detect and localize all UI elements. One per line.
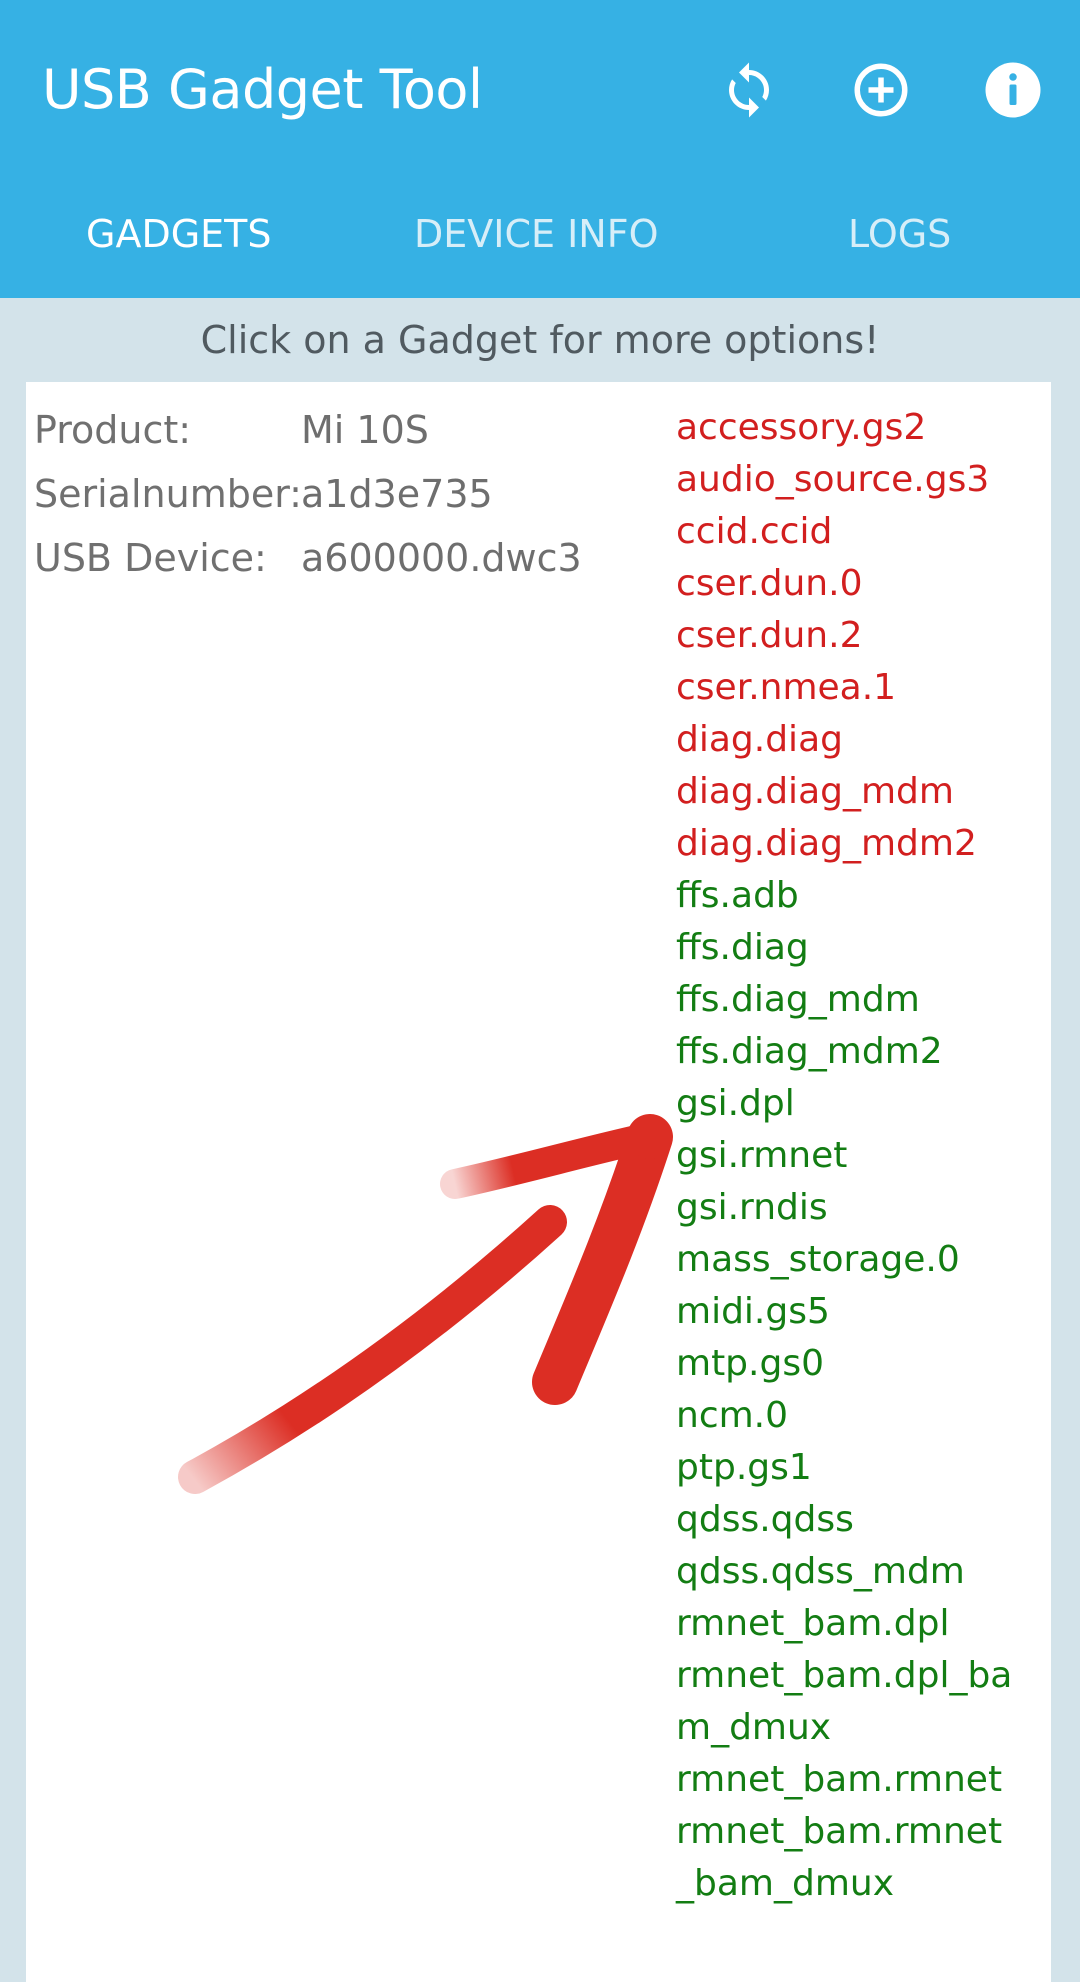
gadget-item[interactable]: cser.dun.2 (676, 610, 1051, 662)
gadget-item[interactable]: ccid.ccid (676, 506, 1051, 558)
tab-gadgets[interactable]: GADGETS (86, 212, 272, 256)
gadget-item[interactable]: rmnet_bam.rmnet (676, 1806, 1051, 1858)
serial-label: Serialnumber: (34, 472, 302, 516)
usb-device-value: a600000.dwc3 (301, 536, 582, 580)
gadget-item[interactable]: gsi.rmnet (676, 1130, 1051, 1182)
gadget-item[interactable]: cser.nmea.1 (676, 662, 1051, 714)
gadget-item[interactable]: ffs.diag (676, 922, 1051, 974)
gadget-item[interactable]: diag.diag_mdm (676, 766, 1051, 818)
product-value: Mi 10S (301, 408, 429, 452)
gadget-list: accessory.gs2 audio_source.gs3 ccid.ccid cs… (676, 402, 1051, 1910)
app-title: USB Gadget Tool (42, 58, 483, 121)
gadget-item[interactable]: rmnet_bam.dpl (676, 1598, 1051, 1650)
tab-bar: GADGETS DEVICE INFO LOGS (0, 166, 1080, 298)
gadget-item[interactable]: ffs.diag_mdm (676, 974, 1051, 1026)
hint-text: Click on a Gadget for more options! (200, 318, 880, 362)
gadget-item[interactable]: ffs.adb (676, 870, 1051, 922)
gadget-item[interactable]: _bam_dmux (676, 1858, 1051, 1910)
gadget-item[interactable]: gsi.rndis (676, 1182, 1051, 1234)
gadget-item[interactable]: diag.diag_mdm2 (676, 818, 1051, 870)
tab-logs[interactable]: LOGS (848, 212, 951, 256)
info-icon[interactable] (983, 60, 1043, 120)
gadget-item[interactable]: accessory.gs2 (676, 402, 1051, 454)
tab-device-info[interactable]: DEVICE INFO (414, 212, 659, 256)
gadget-item[interactable]: rmnet_bam.dpl_ba (676, 1650, 1051, 1702)
gadget-item[interactable]: gsi.dpl (676, 1078, 1051, 1130)
gadget-item[interactable]: diag.diag (676, 714, 1051, 766)
gadget-item[interactable]: midi.gs5 (676, 1286, 1051, 1338)
gadget-item[interactable]: ffs.diag_mdm2 (676, 1026, 1051, 1078)
gadget-item[interactable]: ptp.gs1 (676, 1442, 1051, 1494)
gadget-item[interactable]: m_dmux (676, 1702, 1051, 1754)
gadget-item[interactable]: mtp.gs0 (676, 1338, 1051, 1390)
product-label: Product: (34, 408, 192, 452)
gadget-item[interactable]: ncm.0 (676, 1390, 1051, 1442)
gadget-item[interactable]: rmnet_bam.rmnet (676, 1754, 1051, 1806)
gadget-item[interactable]: mass_storage.0 (676, 1234, 1051, 1286)
gadget-card[interactable]: Product: Mi 10S Serialnumber: a1d3e735 U… (26, 382, 1051, 1982)
app-bar: USB Gadget Tool (0, 0, 1080, 166)
gadget-item[interactable]: audio_source.gs3 (676, 454, 1051, 506)
add-circle-icon[interactable] (851, 60, 911, 120)
gadget-item[interactable]: qdss.qdss_mdm (676, 1546, 1051, 1598)
gadget-item[interactable]: cser.dun.0 (676, 558, 1051, 610)
usb-device-label: USB Device: (34, 536, 267, 580)
serial-value: a1d3e735 (301, 472, 493, 516)
gadget-item[interactable]: qdss.qdss (676, 1494, 1051, 1546)
refresh-icon[interactable] (719, 60, 779, 120)
